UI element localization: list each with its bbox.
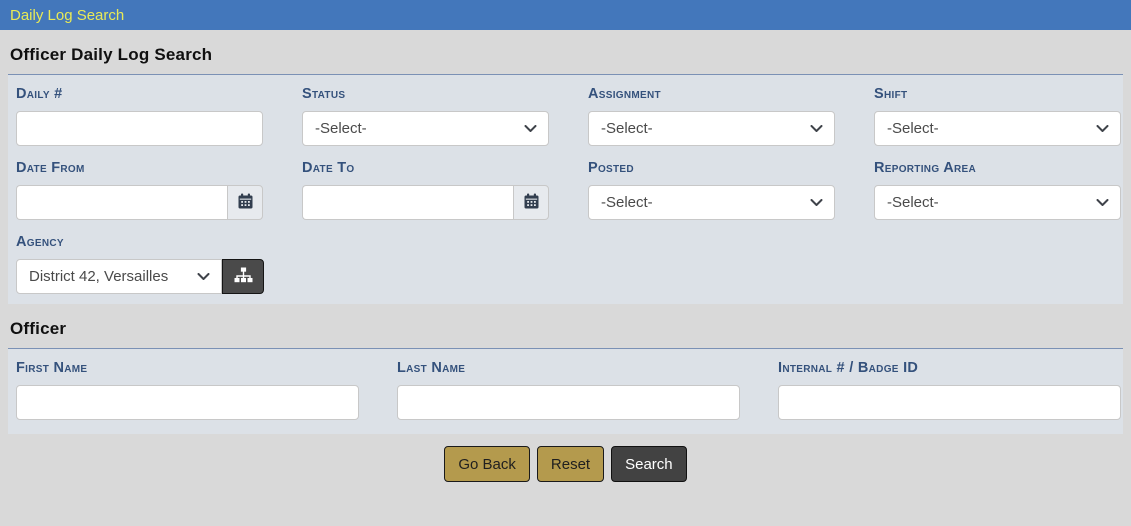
date-from-label: Date From bbox=[16, 158, 263, 179]
app-header: Daily Log Search bbox=[0, 0, 1131, 30]
date-to-calendar-button[interactable] bbox=[513, 185, 549, 220]
daily-number-label: Daily # bbox=[16, 84, 263, 105]
go-back-button[interactable]: Go Back bbox=[444, 446, 530, 482]
shift-label: Shift bbox=[874, 84, 1121, 105]
agency-hierarchy-button[interactable] bbox=[222, 259, 264, 294]
reset-button[interactable]: Reset bbox=[537, 446, 604, 482]
sitemap-icon bbox=[234, 267, 253, 286]
posted-select[interactable]: -Select- bbox=[588, 185, 835, 220]
assignment-label: Assignment bbox=[588, 84, 835, 105]
assignment-select[interactable]: -Select- bbox=[588, 111, 835, 146]
posted-field-group: Posted -Select- bbox=[588, 158, 835, 220]
page-title: Daily Log Search bbox=[10, 7, 124, 24]
posted-label: Posted bbox=[588, 158, 835, 179]
agency-field-group: Agency District 42, Versailles bbox=[16, 232, 1115, 294]
shift-selected-value: -Select- bbox=[887, 120, 939, 137]
status-selected-value: -Select- bbox=[315, 120, 367, 137]
internal-badge-label: Internal # / Badge ID bbox=[778, 358, 1121, 379]
internal-badge-field-group: Internal # / Badge ID bbox=[778, 358, 1121, 420]
reporting-area-field-group: Reporting Area -Select- bbox=[874, 158, 1121, 220]
date-to-field-group: Date To bbox=[302, 158, 549, 220]
posted-selected-value: -Select- bbox=[601, 194, 653, 211]
assignment-field-group: Assignment -Select- bbox=[588, 84, 835, 146]
chevron-down-icon bbox=[810, 125, 823, 133]
search-button[interactable]: Search bbox=[611, 446, 687, 482]
chevron-down-icon bbox=[1096, 125, 1109, 133]
search-section-title: Officer Daily Log Search bbox=[10, 45, 1131, 65]
last-name-label: Last Name bbox=[397, 358, 740, 379]
first-name-label: First Name bbox=[16, 358, 359, 379]
calendar-icon bbox=[524, 193, 539, 212]
agency-label: Agency bbox=[16, 232, 1115, 253]
reporting-area-label: Reporting Area bbox=[874, 158, 1121, 179]
last-name-input[interactable] bbox=[397, 385, 740, 420]
daily-number-input[interactable] bbox=[16, 111, 263, 146]
calendar-icon bbox=[238, 193, 253, 212]
agency-selected-value: District 42, Versailles bbox=[29, 268, 168, 285]
chevron-down-icon bbox=[1096, 199, 1109, 207]
date-to-input[interactable] bbox=[302, 185, 513, 220]
date-to-label: Date To bbox=[302, 158, 549, 179]
assignment-selected-value: -Select- bbox=[601, 120, 653, 137]
shift-field-group: Shift -Select- bbox=[874, 84, 1121, 146]
officer-section-panel: First Name Last Name Internal # / Badge … bbox=[8, 348, 1123, 434]
chevron-down-icon bbox=[810, 199, 823, 207]
date-from-field-group: Date From bbox=[16, 158, 263, 220]
chevron-down-icon bbox=[524, 125, 537, 133]
status-label: Status bbox=[302, 84, 549, 105]
officer-section-title: Officer bbox=[10, 319, 1131, 339]
reporting-area-select[interactable]: -Select- bbox=[874, 185, 1121, 220]
agency-select[interactable]: District 42, Versailles bbox=[16, 259, 222, 294]
status-field-group: Status -Select- bbox=[302, 84, 549, 146]
reporting-area-selected-value: -Select- bbox=[887, 194, 939, 211]
daily-number-field-group: Daily # bbox=[16, 84, 263, 146]
date-from-input[interactable] bbox=[16, 185, 227, 220]
shift-select[interactable]: -Select- bbox=[874, 111, 1121, 146]
internal-badge-input[interactable] bbox=[778, 385, 1121, 420]
search-section-panel: Daily # Status -Select- Assignment -Sele… bbox=[8, 74, 1123, 304]
status-select[interactable]: -Select- bbox=[302, 111, 549, 146]
last-name-field-group: Last Name bbox=[397, 358, 740, 420]
chevron-down-icon bbox=[197, 273, 210, 281]
action-buttons: Go Back Reset Search bbox=[0, 446, 1131, 482]
first-name-field-group: First Name bbox=[16, 358, 359, 420]
date-from-calendar-button[interactable] bbox=[227, 185, 263, 220]
first-name-input[interactable] bbox=[16, 385, 359, 420]
